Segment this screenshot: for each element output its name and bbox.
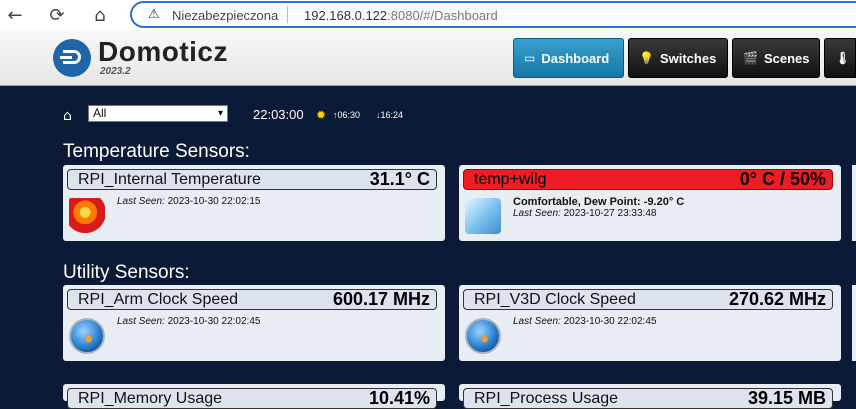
room-select-value: All: [93, 106, 107, 120]
device-value: 39.15 MB: [747, 388, 826, 408]
sunset-time: ↓16:24: [376, 110, 404, 120]
last-seen: Last Seen: 2023-10-30 22:02:45: [513, 316, 656, 327]
device-name: RPI_Internal Temperature: [78, 171, 261, 188]
ice-cube-icon[interactable]: [465, 198, 501, 234]
last-seen-value: 2023-10-30 22:02:45: [563, 316, 657, 327]
tab-label: Dashboard: [541, 50, 610, 66]
section-title-temperature: Temperature Sensors:: [63, 141, 250, 162]
thermometer-icon: 🌡: [835, 51, 851, 65]
url-text[interactable]: 192.168.0.122:8080/#/Dashboard: [304, 8, 498, 23]
url-host: 192.168.0.122: [304, 8, 388, 23]
insecure-label[interactable]: Niezabezpieczona: [172, 8, 278, 23]
card-header: temp+wilg 0° C / 50%: [463, 169, 833, 190]
section-title-utility: Utility Sensors:: [63, 262, 190, 283]
device-name: RPI_Process Usage: [474, 390, 619, 407]
last-seen-label: Last Seen:: [513, 208, 561, 219]
device-card-rpi-arm-clock-speed[interactable]: RPI_Arm Clock Speed 600.17 MHz Last Seen…: [63, 285, 445, 361]
device-card-rpi-internal-temperature[interactable]: RPI_Internal Temperature 31.1° C Last Se…: [63, 165, 445, 241]
last-seen: Last Seen: 2023-10-27 23:33:48: [513, 208, 656, 219]
card-header: RPI_Internal Temperature 31.1° C: [67, 169, 437, 190]
last-seen-label: Last Seen:: [117, 196, 165, 207]
card-header: RPI_Arm Clock Speed 600.17 MHz: [67, 289, 437, 310]
url-path: :8080/#/Dashboard: [387, 8, 498, 23]
sunrise-time: ↑06:30: [333, 110, 361, 120]
last-seen: Last Seen: 2023-10-30 22:02:15: [117, 196, 260, 207]
tab-label: Scenes: [763, 50, 810, 66]
room-select[interactable]: All ▾: [88, 105, 228, 122]
domoticz-logo-icon[interactable]: [53, 39, 91, 77]
device-value: 10.41%: [368, 388, 430, 408]
chevron-down-icon: ▾: [217, 108, 223, 119]
address-bar[interactable]: ⚠ Niezabezpieczona 192.168.0.122:8080/#/…: [130, 1, 856, 28]
tab-switches[interactable]: 💡 Switches: [628, 38, 728, 78]
device-card-temp-wilg[interactable]: temp+wilg 0° C / 50% Comfortable, Dew Po…: [459, 165, 841, 241]
card-header: RPI_V3D Clock Speed 270.62 MHz: [463, 289, 833, 310]
app-title[interactable]: Domoticz: [98, 36, 228, 68]
device-status: Comfortable, Dew Point: -9.20° C: [513, 196, 685, 208]
tab-dashboard[interactable]: ▭ Dashboard: [513, 38, 624, 78]
last-seen-label: Last Seen:: [117, 316, 165, 327]
dashboard-icon: ▭: [524, 51, 536, 65]
reload-icon[interactable]: ⟳: [44, 3, 70, 27]
device-card-rpi-memory-usage[interactable]: RPI_Memory Usage 10.41%: [63, 384, 445, 409]
room-plan-icon[interactable]: ⌂: [63, 108, 72, 124]
device-value: 0° C / 50%: [739, 169, 826, 189]
app-version: 2023.2: [100, 66, 131, 77]
lightbulb-icon: 💡: [639, 51, 654, 65]
next-card-edge: [852, 285, 856, 361]
browser-toolbar: ← ⟳ ⌂ ⚠ Niezabezpieczona 192.168.0.122:8…: [0, 0, 856, 30]
next-card-edge: [852, 165, 856, 241]
tab-label: Switches: [659, 50, 717, 66]
temperature-hot-icon[interactable]: [69, 198, 105, 234]
card-header: RPI_Process Usage 39.15 MB: [463, 388, 833, 409]
device-card-rpi-v3d-clock-speed[interactable]: RPI_V3D Clock Speed 270.62 MHz Last Seen…: [459, 285, 841, 361]
clock-time: 22:03:00: [253, 107, 304, 122]
tab-scenes[interactable]: 🎬 Scenes: [732, 38, 820, 78]
device-name: temp+wilg: [474, 171, 547, 188]
home-icon[interactable]: ⌂: [87, 3, 113, 27]
app-header: Domoticz 2023.2 ▭ Dashboard 💡 Switches 🎬…: [0, 30, 856, 86]
utility-globe-icon[interactable]: [465, 318, 501, 354]
device-value: 31.1° C: [369, 169, 430, 189]
device-value: 600.17 MHz: [332, 289, 430, 309]
sun-icon: ✹: [316, 108, 327, 122]
back-icon[interactable]: ←: [2, 3, 28, 27]
last-seen-value: 2023-10-30 22:02:45: [167, 316, 261, 327]
last-seen: Last Seen: 2023-10-30 22:02:45: [117, 316, 260, 327]
device-value: 270.62 MHz: [728, 289, 826, 309]
last-seen-value: 2023-10-27 23:33:48: [563, 208, 657, 219]
device-name: RPI_V3D Clock Speed: [474, 291, 636, 308]
card-header: RPI_Memory Usage 10.41%: [67, 388, 437, 409]
device-name: RPI_Arm Clock Speed: [78, 291, 239, 308]
clapperboard-icon: 🎬: [743, 51, 758, 65]
utility-globe-icon[interactable]: [69, 318, 105, 354]
tab-temperature[interactable]: 🌡 T: [824, 38, 856, 78]
last-seen-label: Last Seen:: [513, 316, 561, 327]
warning-icon[interactable]: ⚠: [148, 7, 160, 22]
device-card-rpi-process-usage[interactable]: RPI_Process Usage 39.15 MB: [459, 384, 841, 409]
last-seen-value: 2023-10-30 22:02:15: [167, 196, 261, 207]
url-divider: [287, 6, 288, 23]
device-name: RPI_Memory Usage: [78, 390, 223, 407]
